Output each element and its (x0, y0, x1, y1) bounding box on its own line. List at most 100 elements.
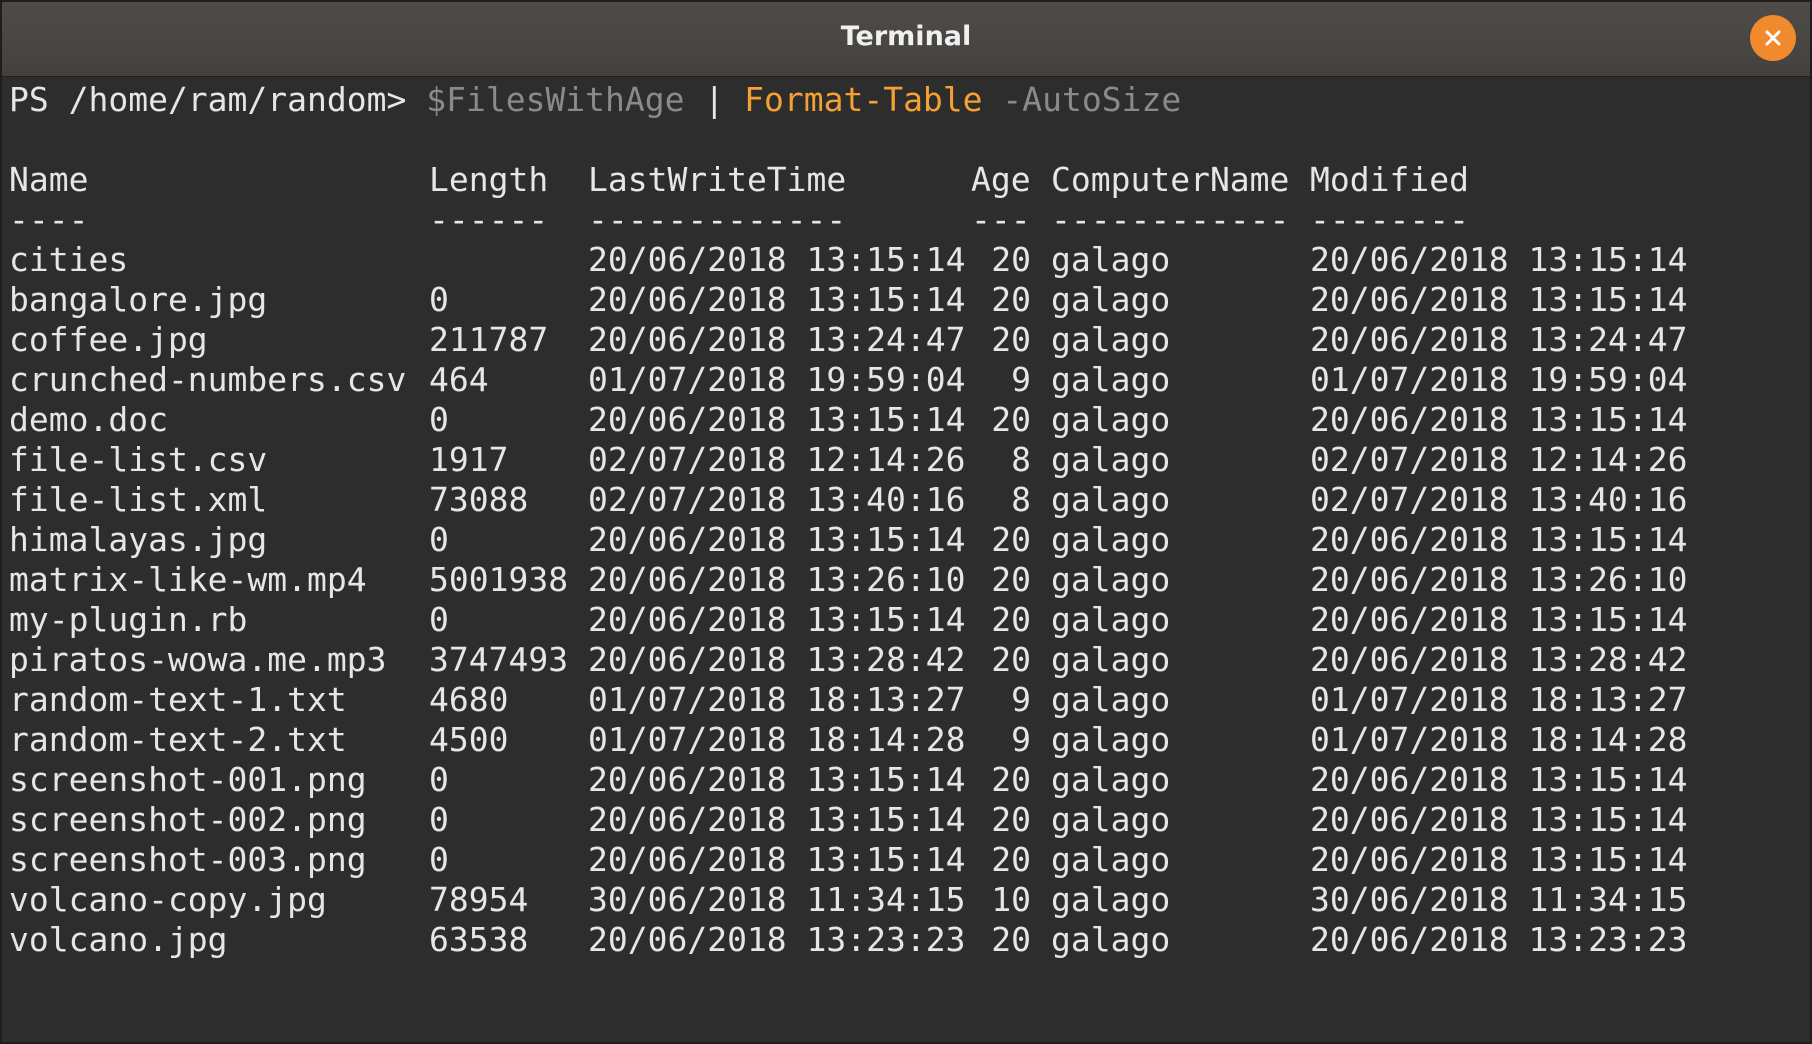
cell-modified: 20/06/2018 13:26:10 (1310, 560, 1688, 599)
cell-age: 9 (1011, 680, 1031, 719)
cell-computername: galago (1051, 720, 1171, 759)
cell-length: 1917 (429, 440, 509, 479)
cell-lastwritetime: 20/06/2018 13:15:14 (588, 400, 966, 439)
cell-lastwritetime: 02/07/2018 13:40:16 (588, 480, 966, 519)
close-icon (1764, 29, 1782, 47)
header-computername: ComputerName (1051, 160, 1290, 199)
table-row: volcano.jpg 63538 20/06/2018 13:23:23 20 gal… (9, 920, 1810, 960)
separator-computername: ------------ (1051, 200, 1290, 239)
cell-name: matrix-like-wm.mp4 (9, 560, 367, 599)
cell-length: 5001938 (429, 560, 569, 599)
header-modified: Modified (1310, 160, 1469, 199)
cell-computername: galago (1051, 760, 1171, 799)
cell-computername: galago (1051, 520, 1171, 559)
cell-modified: 01/07/2018 18:13:27 (1310, 680, 1688, 719)
header-length: Length (429, 160, 549, 199)
cell-lastwritetime: 30/06/2018 11:34:15 (588, 880, 966, 919)
separator-name: ---- (9, 200, 89, 239)
cell-length: 0 (429, 840, 449, 879)
table-header-separator: ---- ------ ------------- --- ----------… (9, 200, 1810, 240)
header-age: Age (971, 160, 1031, 199)
cell-modified: 02/07/2018 12:14:26 (1310, 440, 1688, 479)
cell-computername: galago (1051, 400, 1171, 439)
cell-name: coffee.jpg (9, 320, 208, 359)
cell-computername: galago (1051, 800, 1171, 839)
cell-lastwritetime: 20/06/2018 13:24:47 (588, 320, 966, 359)
cell-age: 20 (991, 320, 1031, 359)
window-title: Terminal (840, 21, 972, 52)
cell-computername: galago (1051, 280, 1171, 319)
cell-lastwritetime: 20/06/2018 13:15:14 (588, 280, 966, 319)
table-row: random-text-1.txt 4680 01/07/2018 18:13:27… (9, 680, 1810, 720)
cell-modified: 20/06/2018 13:15:14 (1310, 760, 1688, 799)
cell-name: piratos-wowa.me.mp3 (9, 640, 387, 679)
cell-modified: 20/06/2018 13:15:14 (1310, 240, 1688, 279)
table-row: cities 20/06/2018 13:15:14 20 galago 20/06/2… (9, 240, 1810, 280)
cell-modified: 02/07/2018 13:40:16 (1310, 480, 1688, 519)
cell-computername: galago (1051, 480, 1171, 519)
parameter-token: -AutoSize (982, 80, 1182, 119)
cell-length: 0 (429, 600, 449, 639)
cell-modified: 20/06/2018 13:23:23 (1310, 920, 1688, 959)
cell-modified: 20/06/2018 13:15:14 (1310, 280, 1688, 319)
cell-lastwritetime: 20/06/2018 13:15:14 (588, 600, 966, 639)
cell-age: 20 (991, 640, 1031, 679)
cell-lastwritetime: 01/07/2018 19:59:04 (588, 360, 966, 399)
cell-name: my-plugin.rb (9, 600, 248, 639)
table-row: file-list.csv 1917 02/07/2018 12:14:26 8 gal… (9, 440, 1810, 480)
cell-modified: 20/06/2018 13:24:47 (1310, 320, 1688, 359)
cell-computername: galago (1051, 320, 1171, 359)
cell-age: 20 (991, 280, 1031, 319)
cell-computername: galago (1051, 880, 1171, 919)
table-row: my-plugin.rb 0 20/06/2018 13:15:14 20 galago… (9, 600, 1810, 640)
cell-computername: galago (1051, 680, 1171, 719)
cell-age: 20 (991, 400, 1031, 439)
variable-token: $FilesWithAge (426, 80, 685, 119)
cell-name: random-text-1.txt (9, 680, 347, 719)
cell-age: 8 (1011, 440, 1031, 479)
title-bar[interactable]: Terminal (2, 2, 1810, 77)
separator-modified: -------- (1310, 200, 1469, 239)
cell-computername: galago (1051, 920, 1171, 959)
cell-length: 73088 (429, 480, 529, 519)
cell-lastwritetime: 20/06/2018 13:15:14 (588, 520, 966, 559)
header-lastwritetime: LastWriteTime (588, 160, 847, 199)
cell-computername: galago (1051, 240, 1171, 279)
cell-name: screenshot-001.png (9, 760, 367, 799)
table-row: screenshot-003.png 0 20/06/2018 13:15:14 20… (9, 840, 1810, 880)
close-button[interactable] (1750, 15, 1796, 61)
cell-length: 63538 (429, 920, 529, 959)
cell-modified: 20/06/2018 13:15:14 (1310, 600, 1688, 639)
cell-age: 8 (1011, 480, 1031, 519)
cell-computername: galago (1051, 360, 1171, 399)
cell-name: volcano-copy.jpg (9, 880, 327, 919)
cell-age: 9 (1011, 720, 1031, 759)
cell-age: 20 (991, 560, 1031, 599)
table-row: random-text-2.txt 4500 01/07/2018 18:14:28… (9, 720, 1810, 760)
cell-age: 20 (991, 920, 1031, 959)
cell-name: file-list.xml (9, 480, 268, 519)
cell-name: file-list.csv (9, 440, 268, 479)
cell-computername: galago (1051, 560, 1171, 599)
cell-name: crunched-numbers.csv (9, 360, 407, 399)
cell-computername: galago (1051, 440, 1171, 479)
table-row: matrix-like-wm.mp4 5001938 20/06/2018 13:2… (9, 560, 1810, 600)
cell-modified: 20/06/2018 13:15:14 (1310, 840, 1688, 879)
table-row: screenshot-002.png 0 20/06/2018 13:15:14 20… (9, 800, 1810, 840)
cell-modified: 01/07/2018 18:14:28 (1310, 720, 1688, 759)
table-row: demo.doc 0 20/06/2018 13:15:14 20 galago 20/0… (9, 400, 1810, 440)
header-name: Name (9, 160, 89, 199)
cell-lastwritetime: 20/06/2018 13:15:14 (588, 760, 966, 799)
terminal-window: Terminal PS /home/ram/random> $FilesWith… (0, 0, 1812, 1044)
cell-name: screenshot-002.png (9, 800, 367, 839)
cell-modified: 20/06/2018 13:15:14 (1310, 400, 1688, 439)
terminal-output[interactable]: PS /home/ram/random> $FilesWithAge | For… (9, 80, 1810, 1042)
cell-length: 0 (429, 760, 449, 799)
cell-length: 464 (429, 360, 489, 399)
cell-length: 3747493 (429, 640, 569, 679)
cell-age: 20 (991, 520, 1031, 559)
cell-modified: 30/06/2018 11:34:15 (1310, 880, 1688, 919)
cell-lastwritetime: 20/06/2018 13:15:14 (588, 240, 966, 279)
cell-modified: 20/06/2018 13:28:42 (1310, 640, 1688, 679)
cell-length: 78954 (429, 880, 529, 919)
